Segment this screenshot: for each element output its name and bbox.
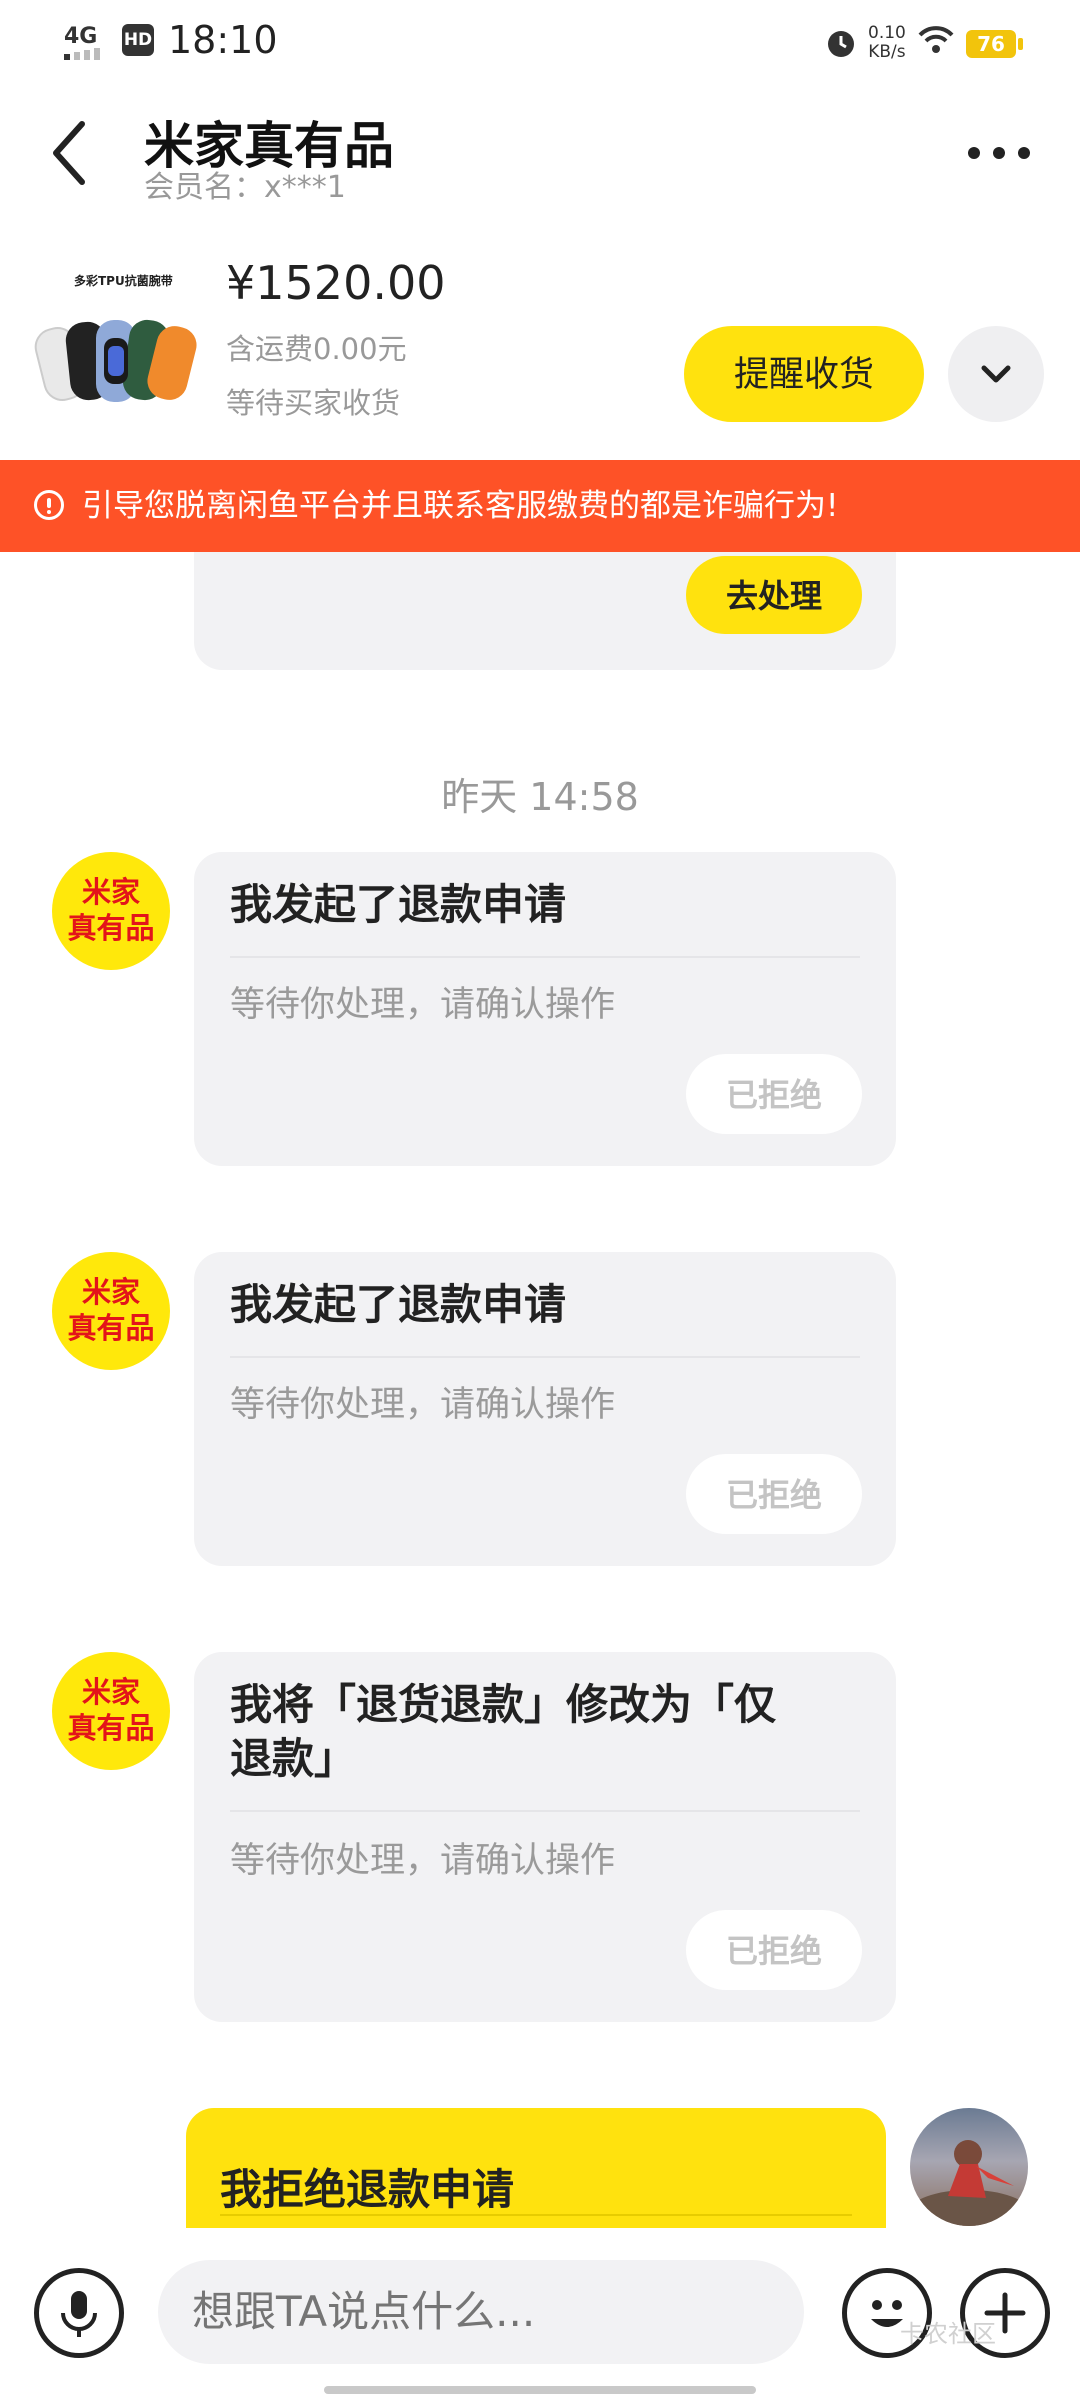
seller-avatar[interactable]: 米家 真有品 bbox=[52, 1252, 170, 1370]
card-title: 我发起了退款申请 bbox=[230, 880, 567, 929]
battery-tip bbox=[1018, 38, 1023, 50]
member-name: 会员名：x***1 bbox=[144, 170, 346, 205]
card-title: 我将「退货退款」修改为「仅 退款」 bbox=[230, 1680, 777, 1783]
refund-change-card[interactable]: 我将「退货退款」修改为「仅 退款」 等待你处理，请确认操作 已拒绝 bbox=[194, 1652, 896, 2022]
signal-icon bbox=[64, 48, 100, 60]
alarm-icon bbox=[828, 31, 854, 57]
voice-button[interactable] bbox=[34, 2268, 124, 2358]
card-subtitle: 等待你处理，请确认操作 bbox=[230, 1385, 616, 1425]
shipping-fee: 含运费0.00元 bbox=[226, 332, 407, 366]
fraud-warning-banner: 引导您脱离闲鱼平台并且联系客服缴费的都是诈骗行为! bbox=[0, 460, 1080, 552]
card-title: 我发起了退款申请 bbox=[230, 1280, 567, 1329]
refund-request-card[interactable]: 我发起了退款申请 等待你处理，请确认操作 已拒绝 bbox=[194, 1252, 896, 1566]
back-icon[interactable] bbox=[48, 118, 92, 188]
watch-bands-illustration bbox=[34, 319, 197, 402]
rejected-status-button[interactable]: 已拒绝 bbox=[686, 1054, 862, 1134]
card-subtitle: 等待你处理，请确认操作 bbox=[230, 985, 616, 1025]
card-divider bbox=[230, 956, 860, 958]
network-type: 4G bbox=[64, 24, 98, 49]
more-icon[interactable] bbox=[966, 138, 1032, 168]
product-image[interactable]: 多彩TPU抗菌腕带 bbox=[34, 260, 204, 430]
product-price: ¥1520.00 bbox=[226, 256, 446, 310]
battery-level: 76 bbox=[966, 30, 1016, 58]
chat-timestamp: 昨天 14:58 bbox=[441, 775, 639, 819]
watermark: 卡农社区 bbox=[900, 2320, 996, 2348]
rejected-status-button[interactable]: 已拒绝 bbox=[686, 1454, 862, 1534]
seller-avatar[interactable]: 米家 真有品 bbox=[52, 852, 170, 970]
card-subtitle: 等待你处理，请确认操作 bbox=[230, 1841, 616, 1881]
card-divider bbox=[230, 1356, 860, 1358]
clock: 18:10 bbox=[168, 18, 278, 62]
warning-text: 引导您脱离闲鱼平台并且联系客服缴费的都是诈骗行为! bbox=[82, 488, 839, 524]
card-divider bbox=[230, 1810, 860, 1812]
rejected-status-button[interactable]: 已拒绝 bbox=[686, 1910, 862, 1990]
seller-avatar[interactable]: 米家 真有品 bbox=[52, 1652, 170, 1770]
message-input[interactable] bbox=[158, 2260, 804, 2364]
refund-request-card[interactable]: 我发起了退款申请 等待你处理，请确认操作 已拒绝 bbox=[194, 852, 896, 1166]
warning-icon bbox=[34, 490, 64, 520]
user-avatar[interactable] bbox=[910, 2108, 1028, 2226]
user-avatar-image bbox=[910, 2140, 1028, 2226]
expand-button[interactable] bbox=[948, 326, 1044, 422]
handle-button[interactable]: 去处理 bbox=[686, 556, 862, 634]
home-indicator[interactable] bbox=[324, 2386, 756, 2394]
wifi-icon bbox=[918, 26, 954, 53]
card-divider bbox=[220, 2214, 852, 2216]
net-speed: 0.10 KB/s bbox=[868, 23, 906, 62]
chevron-down-icon bbox=[981, 365, 1011, 383]
remind-receipt-button[interactable]: 提醒收货 bbox=[684, 326, 924, 422]
my-message-text: 我拒绝退款申请 bbox=[220, 2165, 515, 2214]
hd-badge: HD bbox=[122, 24, 154, 56]
status-bar: 4G HD 18:10 0.10 KB/s 76 bbox=[0, 0, 1080, 84]
mic-icon bbox=[61, 2291, 97, 2337]
order-status: 等待买家收货 bbox=[226, 386, 401, 420]
my-message-bubble[interactable]: 我拒绝退款申请 bbox=[186, 2108, 886, 2228]
